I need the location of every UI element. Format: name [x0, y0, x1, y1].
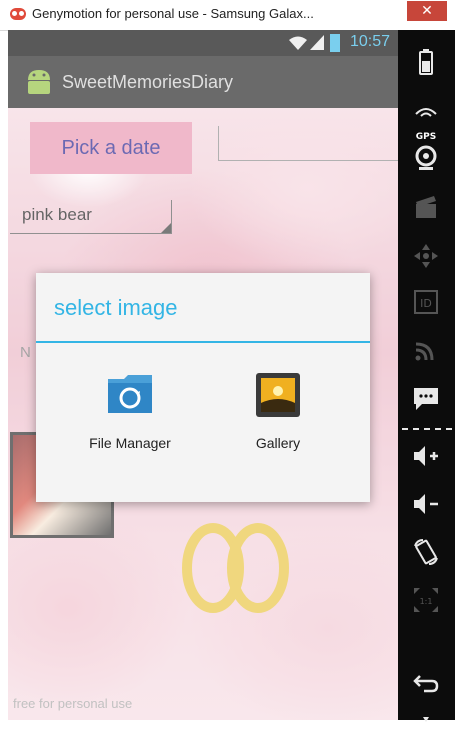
- back-icon[interactable]: [411, 668, 441, 696]
- select-image-dialog: select image File Manager Gallery: [36, 273, 370, 502]
- id-label: ID: [420, 297, 432, 310]
- window-title-bar: Genymotion for personal use - Samsung Ga…: [0, 0, 455, 31]
- window-title: Genymotion for personal use - Samsung Ga…: [32, 6, 314, 21]
- dialog-title: select image: [54, 295, 178, 320]
- more-chevron-icon[interactable]: [411, 706, 441, 722]
- genymotion-icon: [10, 8, 26, 20]
- gallery-option[interactable]: Gallery: [208, 373, 348, 473]
- close-button[interactable]: ✕: [407, 1, 447, 21]
- camera-widget-icon[interactable]: [411, 144, 441, 172]
- device-id-icon[interactable]: ID: [411, 288, 441, 316]
- volume-down-icon[interactable]: [411, 490, 441, 518]
- file-manager-option[interactable]: File Manager: [60, 373, 200, 473]
- folder-sync-icon: [108, 375, 152, 413]
- cast-icon[interactable]: [411, 336, 441, 364]
- video-capture-icon[interactable]: [411, 194, 441, 222]
- device-frame: 10:57 SweetMemoriesDiary Pick a date pin…: [8, 30, 455, 722]
- volume-up-icon[interactable]: [411, 442, 441, 470]
- gps-widget-icon[interactable]: GPS: [411, 100, 441, 142]
- gallery-icon: [256, 373, 300, 417]
- device-screen: 10:57 SweetMemoriesDiary Pick a date pin…: [8, 30, 398, 720]
- gallery-label: Gallery: [255, 435, 301, 451]
- toolbar-divider: [402, 428, 452, 430]
- gps-label: GPS: [415, 132, 437, 142]
- battery-widget-icon[interactable]: [411, 48, 441, 76]
- pixel-perfect-icon[interactable]: 1:1: [411, 586, 441, 614]
- dialog-divider: [36, 341, 370, 343]
- genymotion-toolbar: GPS ID 1:1: [398, 30, 455, 722]
- sms-message-icon[interactable]: [411, 384, 441, 412]
- remote-control-icon[interactable]: [411, 242, 441, 270]
- scale-label: 1:1: [420, 597, 433, 606]
- rotate-screen-icon[interactable]: [411, 538, 441, 566]
- file-manager-label: File Manager: [89, 435, 171, 451]
